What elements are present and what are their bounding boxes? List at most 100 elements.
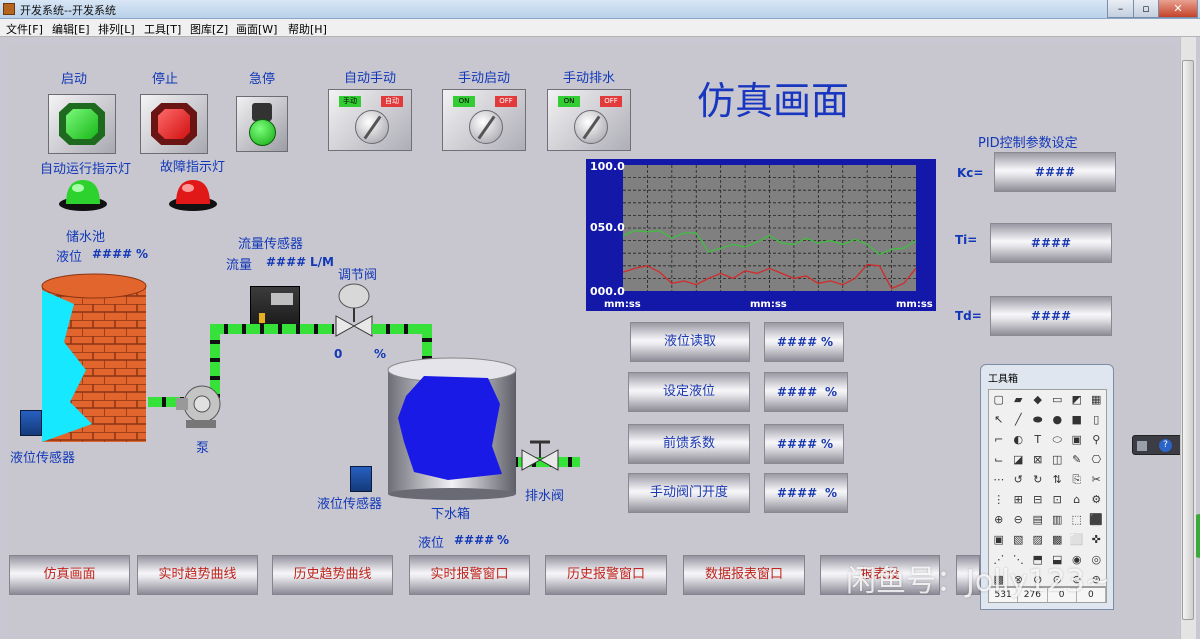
tool-icon[interactable]: ⊠ (1028, 450, 1048, 470)
tool-icon[interactable]: ⊞ (1009, 490, 1029, 510)
tool-icon[interactable]: ⊟ (1028, 490, 1048, 510)
td-value: #### (1030, 309, 1072, 323)
auto-manual-switch[interactable]: 手动 自动 (328, 89, 412, 151)
tool-icon[interactable]: ▣ (1067, 430, 1087, 450)
emergency-stop-button[interactable] (236, 96, 288, 152)
nav-realtime-alarm[interactable]: 实时报警窗口 (409, 555, 530, 595)
manual-valve-field[interactable]: ####% (764, 473, 848, 513)
tool-icon[interactable]: ▣ (989, 530, 1009, 550)
tool-icon[interactable]: ▧ (1009, 530, 1029, 550)
manual-drain-switch[interactable]: ON OFF (547, 89, 631, 151)
scrollbar-thumb[interactable] (1182, 60, 1194, 620)
tool-icon[interactable]: ↺ (1009, 470, 1029, 490)
menu-file[interactable]: 文件[F] (6, 21, 43, 37)
tool-icon[interactable]: ◫ (1048, 450, 1068, 470)
manual-start-label: 手动启动 (458, 71, 511, 86)
tool-icon[interactable]: ↖ (989, 410, 1009, 430)
nav-realtime-trend[interactable]: 实时趋势曲线 (137, 555, 258, 595)
tool-icon[interactable]: ▦ (1087, 390, 1107, 410)
tool-icon[interactable]: ▢ (989, 390, 1009, 410)
close-button[interactable]: ✕ (1158, 0, 1198, 18)
nav-simulation[interactable]: 仿真画面 (9, 555, 130, 595)
tool-icon[interactable]: ⋯ (989, 470, 1009, 490)
kc-field[interactable]: #### (994, 152, 1116, 192)
start-button[interactable] (48, 94, 116, 154)
tool-icon[interactable]: ⊡ (1048, 490, 1068, 510)
menu-screen[interactable]: 画面[W] (236, 21, 277, 37)
nav-history-trend[interactable]: 历史趋势曲线 (272, 555, 393, 595)
tool-icon[interactable]: ⋮ (989, 490, 1009, 510)
valve-opening-value: 0 (334, 347, 343, 361)
pid-param-name: Ti= (955, 233, 978, 247)
tool-icon[interactable]: ⬭ (1048, 430, 1068, 450)
control-valve-icon[interactable] (332, 282, 376, 344)
keyboard-icon[interactable] (1137, 441, 1147, 451)
menu-library[interactable]: 图库[Z] (190, 21, 228, 37)
tool-icon[interactable]: ⎘ (1067, 470, 1087, 490)
tool-icon[interactable]: ▨ (1028, 530, 1048, 550)
x-tick-label: mm:ss (604, 299, 641, 310)
tool-icon[interactable]: ╱ (1009, 410, 1029, 430)
selector-knob-icon (574, 110, 608, 144)
feedforward-field[interactable]: ####% (764, 424, 844, 464)
toolbox-title: 工具箱 (988, 374, 1018, 385)
menu-help[interactable]: 帮助[H] (288, 21, 327, 37)
tool-icon[interactable]: ◐ (1009, 430, 1029, 450)
tool-icon[interactable]: ⊖ (1009, 510, 1029, 530)
stop-button[interactable] (140, 94, 208, 154)
tool-icon[interactable]: ■ (1067, 410, 1087, 430)
tool-icon[interactable]: ▯ (1087, 410, 1107, 430)
tool-icon[interactable]: ▭ (1048, 390, 1068, 410)
tool-icon[interactable]: ✂ (1087, 470, 1107, 490)
tool-icon[interactable]: ⌙ (989, 450, 1009, 470)
pump-label: 泵 (196, 441, 210, 456)
set-level-button[interactable]: 设定液位 (628, 372, 750, 412)
manual-start-switch[interactable]: ON OFF (442, 89, 526, 151)
tool-icon[interactable]: ⬜ (1067, 530, 1087, 550)
tool-icon[interactable]: ● (1048, 410, 1068, 430)
tool-icon[interactable]: ⬛ (1087, 510, 1107, 530)
manual-valve-button[interactable]: 手动阀门开度 (628, 473, 750, 513)
tool-icon[interactable]: ▰ (1009, 390, 1029, 410)
lower-tank (387, 357, 517, 500)
drain-valve-icon[interactable] (520, 436, 560, 480)
tool-icon[interactable]: ◩ (1067, 390, 1087, 410)
tool-icon[interactable]: ⬬ (1028, 410, 1048, 430)
tool-icon[interactable]: ✎ (1067, 450, 1087, 470)
tool-icon[interactable]: ⊕ (989, 510, 1009, 530)
tool-icon[interactable]: ◪ (1009, 450, 1029, 470)
tool-icon[interactable]: ↻ (1028, 470, 1048, 490)
nav-history-alarm[interactable]: 历史报警窗口 (545, 555, 667, 595)
pump-icon[interactable] (176, 384, 226, 434)
tool-icon[interactable]: ⇅ (1048, 470, 1068, 490)
maximize-button[interactable]: ▫ (1133, 0, 1159, 18)
tank-level-value: #### (454, 533, 495, 547)
nav-data-report[interactable]: 数据报表窗口 (683, 555, 805, 595)
feedforward-button[interactable]: 前馈系数 (628, 424, 750, 464)
tool-icon[interactable]: ⌐ (989, 430, 1009, 450)
tool-icon[interactable]: ✜ (1087, 530, 1107, 550)
menu-tools[interactable]: 工具[T] (144, 21, 181, 37)
tool-icon[interactable]: ▥ (1048, 510, 1068, 530)
tool-icon[interactable]: ⚲ (1087, 430, 1107, 450)
tool-icon[interactable]: ▤ (1028, 510, 1048, 530)
menu-arrange[interactable]: 排列[L] (98, 21, 135, 37)
level-read-button[interactable]: 液位读取 (630, 322, 750, 362)
tool-icon[interactable]: ⌂ (1067, 490, 1087, 510)
tool-icon[interactable]: ⬚ (1067, 510, 1087, 530)
set-level-field[interactable]: ####% (764, 372, 848, 412)
tool-icon[interactable]: ⎔ (1087, 450, 1107, 470)
manual-drain-label: 手动排水 (563, 71, 616, 86)
help-icon[interactable]: ? (1159, 439, 1172, 452)
tool-icon[interactable]: ⚙ (1087, 490, 1107, 510)
tool-icon[interactable]: ▩ (1048, 530, 1068, 550)
tool-icon[interactable]: T (1028, 430, 1048, 450)
estop-label: 急停 (249, 72, 276, 87)
menu-edit[interactable]: 编辑[E] (52, 21, 90, 37)
y-tick-label: 100.0 (590, 160, 625, 173)
minimize-button[interactable]: – (1107, 0, 1134, 18)
tool-icon[interactable]: ◆ (1028, 390, 1048, 410)
level-read-field[interactable]: ####% (764, 322, 844, 362)
td-field[interactable]: #### (990, 296, 1112, 336)
ti-field[interactable]: #### (990, 223, 1112, 263)
